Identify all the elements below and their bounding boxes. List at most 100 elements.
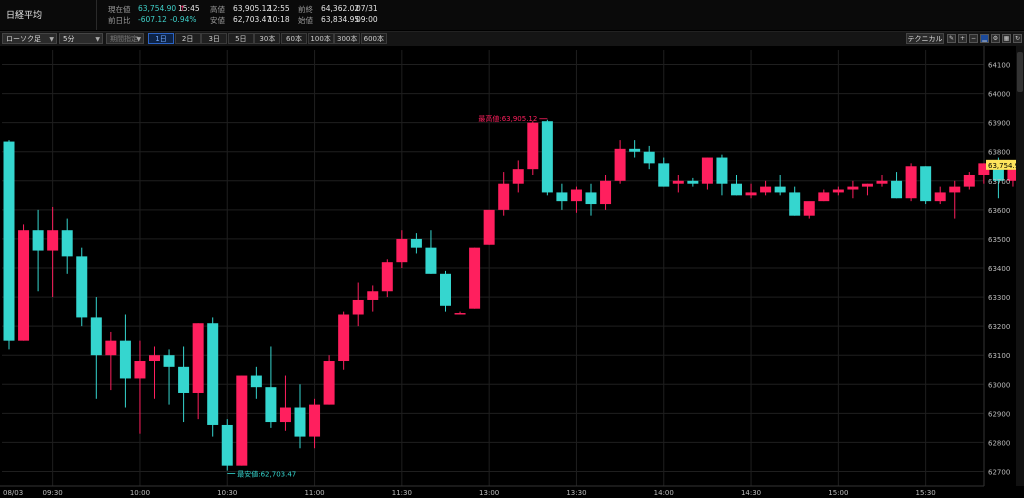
candle-body[interactable] [556, 192, 568, 202]
period-button[interactable]: 5日 [227, 33, 254, 44]
candle-body[interactable] [134, 361, 146, 379]
candle-body[interactable] [440, 273, 451, 306]
interval-select[interactable]: 5分 ▼ [59, 33, 103, 44]
candle-body[interactable] [760, 186, 772, 193]
candle-body[interactable] [294, 407, 306, 437]
candle-body[interactable] [570, 189, 582, 202]
scrollbar-thumb[interactable] [1017, 52, 1023, 92]
refresh-icon[interactable]: ↻ [1013, 34, 1022, 43]
period-button[interactable]: 3日 [201, 33, 228, 44]
y-tick-label: 63600 [988, 207, 1010, 215]
candle-body[interactable] [381, 262, 393, 292]
candle-body[interactable] [600, 180, 612, 205]
settings-icon[interactable]: ⚙ [991, 34, 1000, 43]
candle-body[interactable] [891, 180, 903, 199]
quote-time: 09:00 [356, 15, 378, 24]
candle-body[interactable] [512, 169, 524, 184]
candle-body[interactable] [541, 121, 553, 193]
candle-body[interactable] [265, 387, 277, 423]
draw-tool-icon[interactable]: ✎ [947, 34, 956, 43]
quote-value: 63,905.12 [233, 4, 272, 13]
candle-body[interactable] [3, 141, 15, 341]
candle-body[interactable] [716, 157, 728, 184]
candle-body[interactable] [323, 361, 335, 405]
candle-body[interactable] [236, 375, 248, 466]
candle-body[interactable] [163, 355, 175, 367]
candle-body[interactable] [774, 186, 786, 193]
candle-body[interactable] [949, 186, 961, 193]
candle-body[interactable] [643, 151, 655, 164]
candle-body[interactable] [731, 183, 742, 196]
chart-style-icon[interactable]: ▁ [980, 34, 989, 43]
candle-body[interactable] [963, 174, 975, 187]
quote-time: 15:45 [178, 4, 200, 13]
candle-body[interactable] [396, 238, 408, 263]
candle-body[interactable] [61, 230, 73, 257]
candle-body[interactable] [207, 323, 219, 425]
chart-scrollbar[interactable] [1016, 46, 1024, 486]
current-price-label: 63,754.90 [988, 162, 1016, 170]
zoom-in-icon[interactable]: + [958, 34, 967, 43]
candle-body[interactable] [672, 180, 684, 184]
quote-header: 日経平均 現在値 63,754.90 ↑ 15:45 高値 63,905.12 12:55 前… [0, 0, 1024, 30]
zoom-out-icon[interactable]: − [969, 34, 978, 43]
chart-type-select[interactable]: ローソク足 ▼ [2, 33, 57, 44]
candle-body[interactable] [279, 407, 291, 423]
candle-body[interactable] [352, 299, 364, 315]
candle-body[interactable] [119, 340, 131, 379]
candle-body[interactable] [250, 375, 262, 388]
quote-time: 10:18 [268, 15, 290, 24]
candle-body[interactable] [818, 192, 830, 202]
candle-body[interactable] [847, 186, 859, 190]
period-button[interactable]: 60本 [281, 33, 307, 44]
candle-body[interactable] [338, 314, 350, 362]
candle-body[interactable] [76, 256, 88, 318]
candle-body[interactable] [483, 209, 495, 245]
period-button[interactable]: 100本 [307, 33, 334, 44]
period-button[interactable]: 1日 [148, 33, 174, 44]
period-button[interactable]: 30本 [254, 33, 281, 44]
candle-body[interactable] [687, 180, 699, 184]
y-tick-label: 63500 [988, 236, 1010, 244]
period-button[interactable]: 600本 [360, 33, 387, 44]
period-select[interactable]: 期間指定 ▼ [106, 33, 144, 44]
candle-body[interactable] [905, 166, 917, 199]
candle-body[interactable] [789, 192, 801, 216]
candle-body[interactable] [861, 183, 873, 187]
candle-body[interactable] [425, 247, 437, 274]
candle-body[interactable] [803, 201, 815, 216]
candle-body[interactable] [832, 189, 844, 193]
candle-body[interactable] [920, 166, 932, 202]
candle-body[interactable] [32, 230, 44, 251]
candle-body[interactable] [745, 192, 757, 196]
candle-body[interactable] [105, 340, 117, 356]
candle-body[interactable] [614, 148, 626, 181]
candle-body[interactable] [701, 157, 713, 184]
candle-body[interactable] [149, 355, 160, 362]
candle-body[interactable] [469, 247, 481, 309]
period-button[interactable]: 2日 [174, 33, 201, 44]
layout-icon[interactable]: ▦ [1002, 34, 1011, 43]
candle-body[interactable] [527, 122, 539, 170]
candle-body[interactable] [18, 230, 30, 341]
candle-body[interactable] [658, 163, 670, 187]
candle-body[interactable] [410, 238, 422, 248]
candle-body[interactable] [876, 180, 888, 184]
candle-body[interactable] [192, 323, 204, 393]
candle-body[interactable] [47, 230, 59, 251]
candle-body[interactable] [498, 183, 510, 210]
technical-button[interactable]: テクニカル [906, 33, 944, 44]
period-button[interactable]: 300本 [334, 33, 361, 44]
low-annotation: 最安値:62,703.47 [237, 470, 296, 479]
candlestick-chart[interactable]: 最高値:63,905.12 最安値:62,703.47 62700 62800 629… [0, 46, 1016, 498]
candle-body[interactable] [221, 424, 233, 466]
candle-body[interactable] [629, 148, 641, 152]
candle-body[interactable] [934, 192, 946, 202]
candle-body[interactable] [178, 366, 190, 393]
candle-body[interactable] [454, 313, 466, 315]
candle-body[interactable] [90, 317, 102, 356]
quote-change-pct: -0.94% [169, 15, 197, 24]
candle-body[interactable] [367, 291, 379, 300]
candle-body[interactable] [309, 404, 321, 437]
candle-body[interactable] [585, 192, 597, 205]
